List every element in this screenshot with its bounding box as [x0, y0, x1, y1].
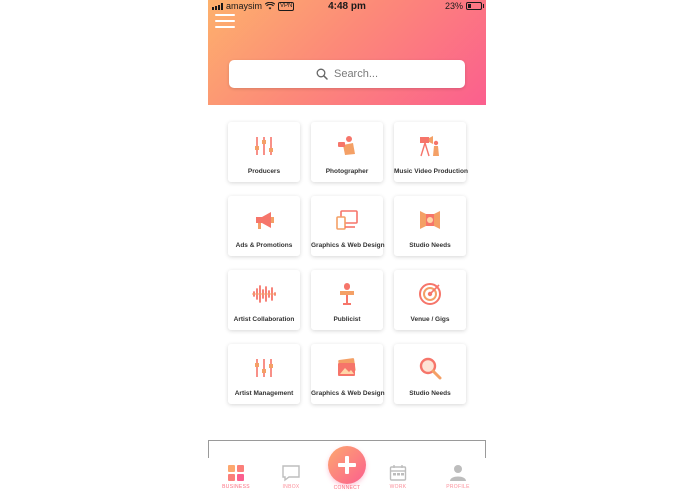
category-label: Artist Collaboration — [233, 316, 295, 323]
connect-label: CONNECT — [333, 485, 361, 491]
tab-inbox[interactable]: INBOX — [269, 464, 313, 492]
app-screen: amaysim VPN 4:48 pm 23% Search... Produc… — [208, 0, 486, 494]
search-icon — [316, 68, 328, 80]
tab-label: WORK — [389, 484, 407, 490]
microphone-stand-icon — [340, 283, 354, 305]
category-label: Venue / Gigs — [410, 316, 450, 323]
photographer-icon — [338, 136, 355, 155]
category-artist-collaboration[interactable]: Artist Collaboration — [228, 270, 300, 330]
calendar-icon — [389, 465, 407, 481]
megaphone-icon — [256, 212, 274, 229]
connect-button[interactable] — [328, 446, 366, 484]
search-placeholder: Search... — [333, 68, 379, 80]
tab-business[interactable]: BUSINESS — [214, 464, 258, 492]
category-graphics-web-design[interactable]: Graphics & Web Design — [311, 196, 385, 256]
battery-percent: 23% — [444, 1, 463, 11]
category-label: Publicist — [333, 316, 361, 323]
video-camera-tripod-icon — [420, 136, 439, 157]
menu-icon[interactable] — [215, 14, 235, 28]
devices-icon — [336, 210, 358, 230]
battery-icon — [466, 2, 484, 10]
category-venue-gigs[interactable]: Venue / Gigs — [394, 270, 466, 330]
category-publicist[interactable]: Publicist — [311, 270, 383, 330]
tab-label: INBOX — [282, 484, 300, 490]
spotlight-icon — [420, 211, 440, 229]
category-label: Producers — [247, 168, 281, 175]
category-producers[interactable]: Producers — [228, 122, 300, 182]
status-bar: amaysim VPN 4:48 pm 23% — [208, 0, 486, 14]
chat-bubble-icon — [282, 465, 300, 482]
category-studio-needs-2[interactable]: Studio Needs — [394, 344, 466, 404]
category-music-video-production[interactable]: Music Video Production — [394, 122, 468, 182]
mixer-sliders-icon — [255, 137, 273, 155]
category-label: Graphics & Web Design — [311, 390, 385, 397]
category-studio-needs[interactable]: Studio Needs — [394, 196, 466, 256]
user-icon — [450, 465, 466, 481]
header: amaysim VPN 4:48 pm 23% Search... — [208, 0, 486, 105]
tab-label: BUSINESS — [222, 484, 250, 490]
category-artist-management[interactable]: Artist Management — [228, 344, 300, 404]
battery-group: 23% — [444, 1, 484, 11]
category-label: Photographer — [325, 168, 369, 175]
tab-profile[interactable]: PROFILE — [436, 464, 480, 492]
tab-bar-divider — [208, 440, 486, 441]
magnifier-icon — [419, 357, 442, 380]
target-icon — [419, 283, 441, 305]
tab-label: PROFILE — [446, 484, 470, 490]
mixer-sliders-icon — [255, 359, 273, 377]
tab-work[interactable]: WORK — [376, 464, 420, 492]
category-label: Music Video Production — [394, 168, 468, 175]
category-graphics-web-design-2[interactable]: Graphics & Web Design — [311, 344, 385, 404]
category-photographer[interactable]: Photographer — [311, 122, 383, 182]
category-label: Studio Needs — [409, 242, 451, 249]
tab-bar-edge-left — [208, 440, 209, 458]
category-label: Artist Management — [234, 390, 294, 397]
category-label: Ads & Promotions — [235, 242, 293, 249]
tab-bar-edge-right — [485, 440, 486, 458]
category-ads-promotions[interactable]: Ads & Promotions — [228, 196, 300, 256]
bottom-tab-bar: BUSINESS INBOX CONNECT WORK PROFILE — [208, 440, 486, 494]
category-label: Studio Needs — [409, 390, 451, 397]
sound-wave-icon — [252, 285, 276, 303]
search-input[interactable]: Search... — [229, 60, 465, 88]
plus-icon-bar — [338, 463, 356, 467]
photos-icon — [338, 358, 356, 376]
grid-icon — [228, 465, 244, 481]
category-label: Graphics & Web Design — [311, 242, 385, 249]
